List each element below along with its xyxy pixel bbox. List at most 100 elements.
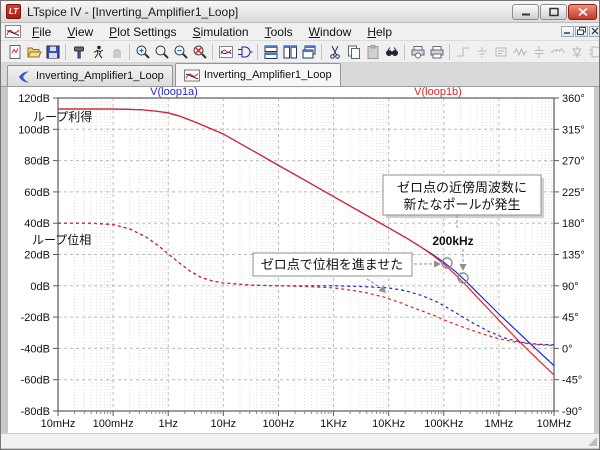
svg-text:40dB: 40dB <box>24 218 50 230</box>
minimize-button[interactable] <box>512 4 539 20</box>
tab-schematic[interactable]: Inverting_Amplifier1_Loop <box>7 65 173 86</box>
tab-label: Inverting_Amplifier1_Loop <box>204 69 332 81</box>
waveform-icon <box>218 44 234 60</box>
new-schematic-button[interactable] <box>5 43 24 61</box>
toolbar-separator <box>449 44 450 60</box>
menu-help[interactable]: Help <box>360 24 399 40</box>
waveform-button[interactable] <box>216 43 235 61</box>
svg-text:0°: 0° <box>562 343 573 355</box>
menu-tools[interactable]: Tools <box>258 24 300 40</box>
right-axis-degrees[interactable]: 360°315°270°225°180°135°90°45°0°-45°-90° <box>554 93 585 418</box>
cut-icon <box>327 44 343 60</box>
child-restore-button[interactable] <box>575 26 588 37</box>
curve-v-loop1b--phase <box>58 223 554 345</box>
find-button[interactable] <box>382 43 401 61</box>
diode-button[interactable] <box>567 43 586 61</box>
zoom-in-icon <box>135 44 151 60</box>
ground-button[interactable] <box>472 43 491 61</box>
halt-button[interactable] <box>107 43 126 61</box>
toolbar-separator <box>404 44 405 60</box>
app-window: LT LTspice IV - [Inverting_Amplifier1_Lo… <box>0 0 600 450</box>
zoom-in-button[interactable] <box>133 43 152 61</box>
curve-v-loop1a--phase <box>58 223 554 345</box>
cut-button[interactable] <box>325 43 344 61</box>
gate-icon <box>588 44 600 60</box>
title-bar[interactable]: LT LTspice IV - [Inverting_Amplifier1_Lo… <box>1 1 599 23</box>
svg-text:0dB: 0dB <box>30 281 50 293</box>
print-preview-button[interactable] <box>408 43 427 61</box>
svg-text:80dB: 80dB <box>24 156 50 168</box>
gate-button[interactable] <box>586 43 600 61</box>
copy-icon <box>346 44 362 60</box>
menu-window[interactable]: Window <box>302 24 359 40</box>
child-close-icon <box>591 27 599 35</box>
callout2-text: ゼロ点で位相を進ませた <box>261 257 404 272</box>
tile-vertical-icon <box>282 44 298 60</box>
svg-text:120dB: 120dB <box>18 93 50 105</box>
open-button[interactable] <box>24 43 43 61</box>
menu-view[interactable]: View <box>60 24 100 40</box>
zoom-fit-button[interactable] <box>152 43 171 61</box>
copy-button[interactable] <box>344 43 363 61</box>
schematic-icon <box>237 44 253 60</box>
toolbar-separator <box>321 44 322 60</box>
control-panel-button[interactable] <box>69 43 88 61</box>
maximize-button[interactable] <box>540 4 567 20</box>
trace-label-loop1b[interactable]: V(loop1b) <box>414 86 462 98</box>
tile-horizontal-button[interactable] <box>261 43 280 61</box>
menu-bar: FileViewPlot SettingsSimulationToolsWind… <box>1 23 599 41</box>
svg-text:100KHz: 100KHz <box>424 418 463 430</box>
ltspice-logo-icon: LT <box>6 4 21 19</box>
run-button[interactable] <box>88 43 107 61</box>
close-icon <box>578 8 588 17</box>
cascade-icon <box>301 44 317 60</box>
schematic-tab-icon <box>16 69 32 84</box>
print-button[interactable] <box>427 43 446 61</box>
waveform-plot-panel[interactable]: 120dB100dB80dB60dB40dB20dB0dB-20dB-40dB-… <box>8 87 594 433</box>
label-button[interactable] <box>491 43 510 61</box>
zoom-fit-icon <box>154 44 170 60</box>
paste-icon <box>365 44 381 60</box>
wire-button[interactable] <box>453 43 472 61</box>
menu-simulation[interactable]: Simulation <box>186 24 256 40</box>
save-button[interactable] <box>43 43 62 61</box>
tab-bar: Inverting_Amplifier1_Loop Inverting_Ampli… <box>1 63 599 87</box>
schematic-button[interactable] <box>235 43 254 61</box>
tile-vertical-button[interactable] <box>280 43 299 61</box>
child-window-waveform-icon[interactable] <box>5 25 21 38</box>
svg-text:100mHz: 100mHz <box>93 418 134 430</box>
capacitor-button[interactable] <box>529 43 548 61</box>
cascade-button[interactable] <box>299 43 318 61</box>
child-minimize-button[interactable] <box>561 26 574 37</box>
callout1-text-line2: 新たなポールが発生 <box>403 197 520 212</box>
zoom-undo-button[interactable] <box>190 43 209 61</box>
resize-grip[interactable] <box>588 437 597 446</box>
bode-plot[interactable]: 120dB100dB80dB60dB40dB20dB0dB-20dB-40dB-… <box>8 87 594 433</box>
svg-text:-40dB: -40dB <box>21 343 50 355</box>
callout1-text-line1: ゼロ点の近傍周波数に <box>397 180 527 195</box>
inductor-button[interactable] <box>548 43 567 61</box>
menu-plot-settings[interactable]: Plot Settings <box>102 24 183 40</box>
waveform-tab-icon <box>184 68 200 83</box>
halt-icon <box>109 44 125 60</box>
child-close-button[interactable] <box>589 26 600 37</box>
maximize-icon <box>549 8 559 17</box>
frequency-axis[interactable]: 10mHz100mHz1Hz10Hz100Hz1KHz10KHz100KHz1M… <box>41 411 572 430</box>
menu-file[interactable]: File <box>25 24 58 40</box>
svg-text:-20dB: -20dB <box>21 312 50 324</box>
svg-text:-45°: -45° <box>562 375 582 387</box>
resistor-button[interactable] <box>510 43 529 61</box>
svg-text:360°: 360° <box>562 93 585 105</box>
zoom-out-button[interactable] <box>171 43 190 61</box>
svg-text:-60dB: -60dB <box>21 375 50 387</box>
zoom-undo-icon <box>192 44 208 60</box>
svg-text:270°: 270° <box>562 156 585 168</box>
svg-text:-90°: -90° <box>562 406 582 418</box>
paste-button[interactable] <box>363 43 382 61</box>
close-button[interactable] <box>568 4 597 20</box>
left-axis-db[interactable]: 120dB100dB80dB60dB40dB20dB0dB-20dB-40dB-… <box>18 93 58 418</box>
svg-text:1Hz: 1Hz <box>158 418 178 430</box>
child-restore-icon <box>577 27 586 35</box>
trace-label-loop1a[interactable]: V(loop1a) <box>150 86 198 98</box>
tab-waveform[interactable]: Inverting_Amplifier1_Loop <box>175 63 341 86</box>
